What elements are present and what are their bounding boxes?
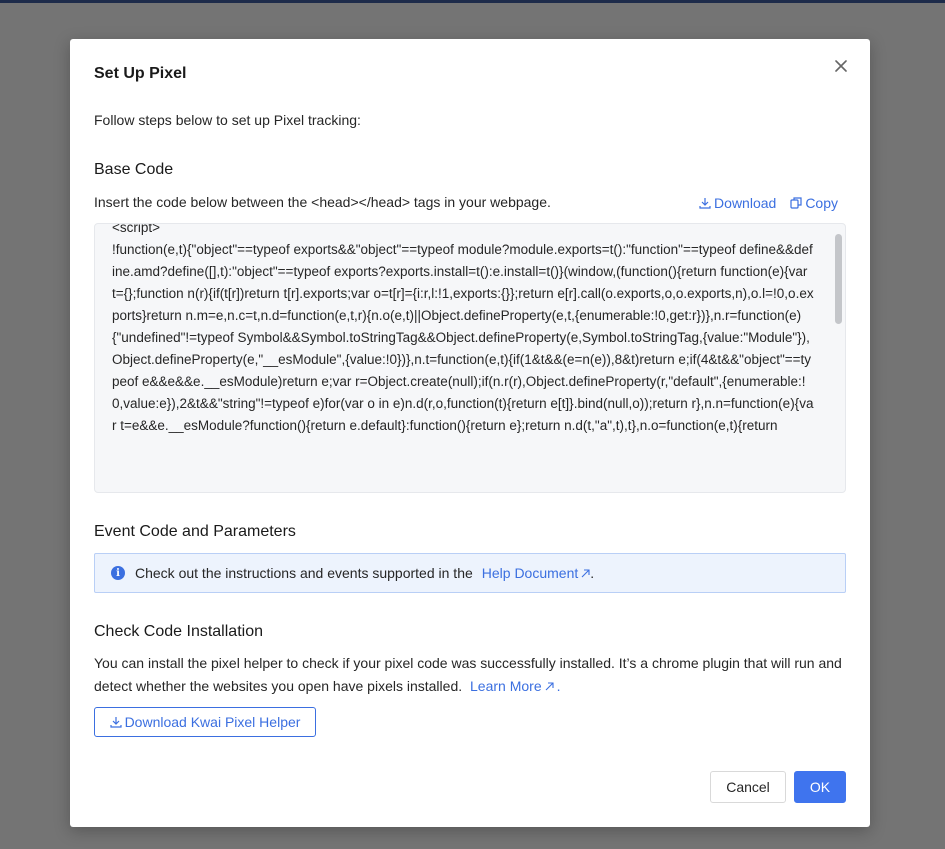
modal-title: Set Up Pixel <box>94 65 187 82</box>
base-code-box[interactable]: <script> !function(e,t){"object"==typeof… <box>94 223 846 493</box>
intro-text: Follow steps below to set up Pixel track… <box>94 112 361 128</box>
base-code-text: <script> !function(e,t){"object"==typeof… <box>112 223 814 433</box>
code-scrollbar[interactable] <box>835 234 842 324</box>
download-icon <box>109 717 122 728</box>
event-info-alert: i Check out the instructions and events … <box>94 553 846 593</box>
help-document-label: Help Document <box>481 565 579 581</box>
copy-icon <box>790 197 802 209</box>
cancel-button[interactable]: Cancel <box>710 771 786 803</box>
app-header-strip <box>0 0 945 3</box>
check-install-description: You can install the pixel helper to chec… <box>94 652 854 698</box>
ok-button[interactable]: OK <box>794 771 846 803</box>
check-install-heading: Check Code Installation <box>94 623 263 640</box>
external-link-icon <box>545 682 554 691</box>
close-button[interactable] <box>830 55 852 77</box>
info-text: Check out the instructions and events su… <box>135 565 473 581</box>
info-icon: i <box>111 566 125 580</box>
base-code-description: Insert the code below between the <head>… <box>94 194 551 210</box>
copy-code-link[interactable]: Copy <box>790 195 838 211</box>
install-description-text: You can install the pixel helper to chec… <box>94 655 842 694</box>
help-document-link[interactable]: Help Document <box>482 565 591 581</box>
setup-pixel-modal: Set Up Pixel Follow steps below to set u… <box>70 39 870 827</box>
copy-label: Copy <box>805 195 838 211</box>
download-label: Download <box>714 195 777 211</box>
download-icon <box>699 198 711 209</box>
code-actions: Download Copy <box>699 195 838 211</box>
learn-more-suffix: . <box>556 678 561 694</box>
learn-more-label: Learn More <box>470 678 542 694</box>
download-pixel-helper-button[interactable]: Download Kwai Pixel Helper <box>94 707 316 737</box>
external-link-icon <box>581 568 590 577</box>
help-suffix: . <box>590 565 595 581</box>
download-code-link[interactable]: Download <box>699 195 776 211</box>
learn-more-link[interactable]: Learn More . <box>470 675 560 698</box>
base-code-heading: Base Code <box>94 161 174 178</box>
close-icon <box>835 60 847 72</box>
helper-button-label: Download Kwai Pixel Helper <box>124 714 301 730</box>
event-code-heading: Event Code and Parameters <box>94 523 296 540</box>
